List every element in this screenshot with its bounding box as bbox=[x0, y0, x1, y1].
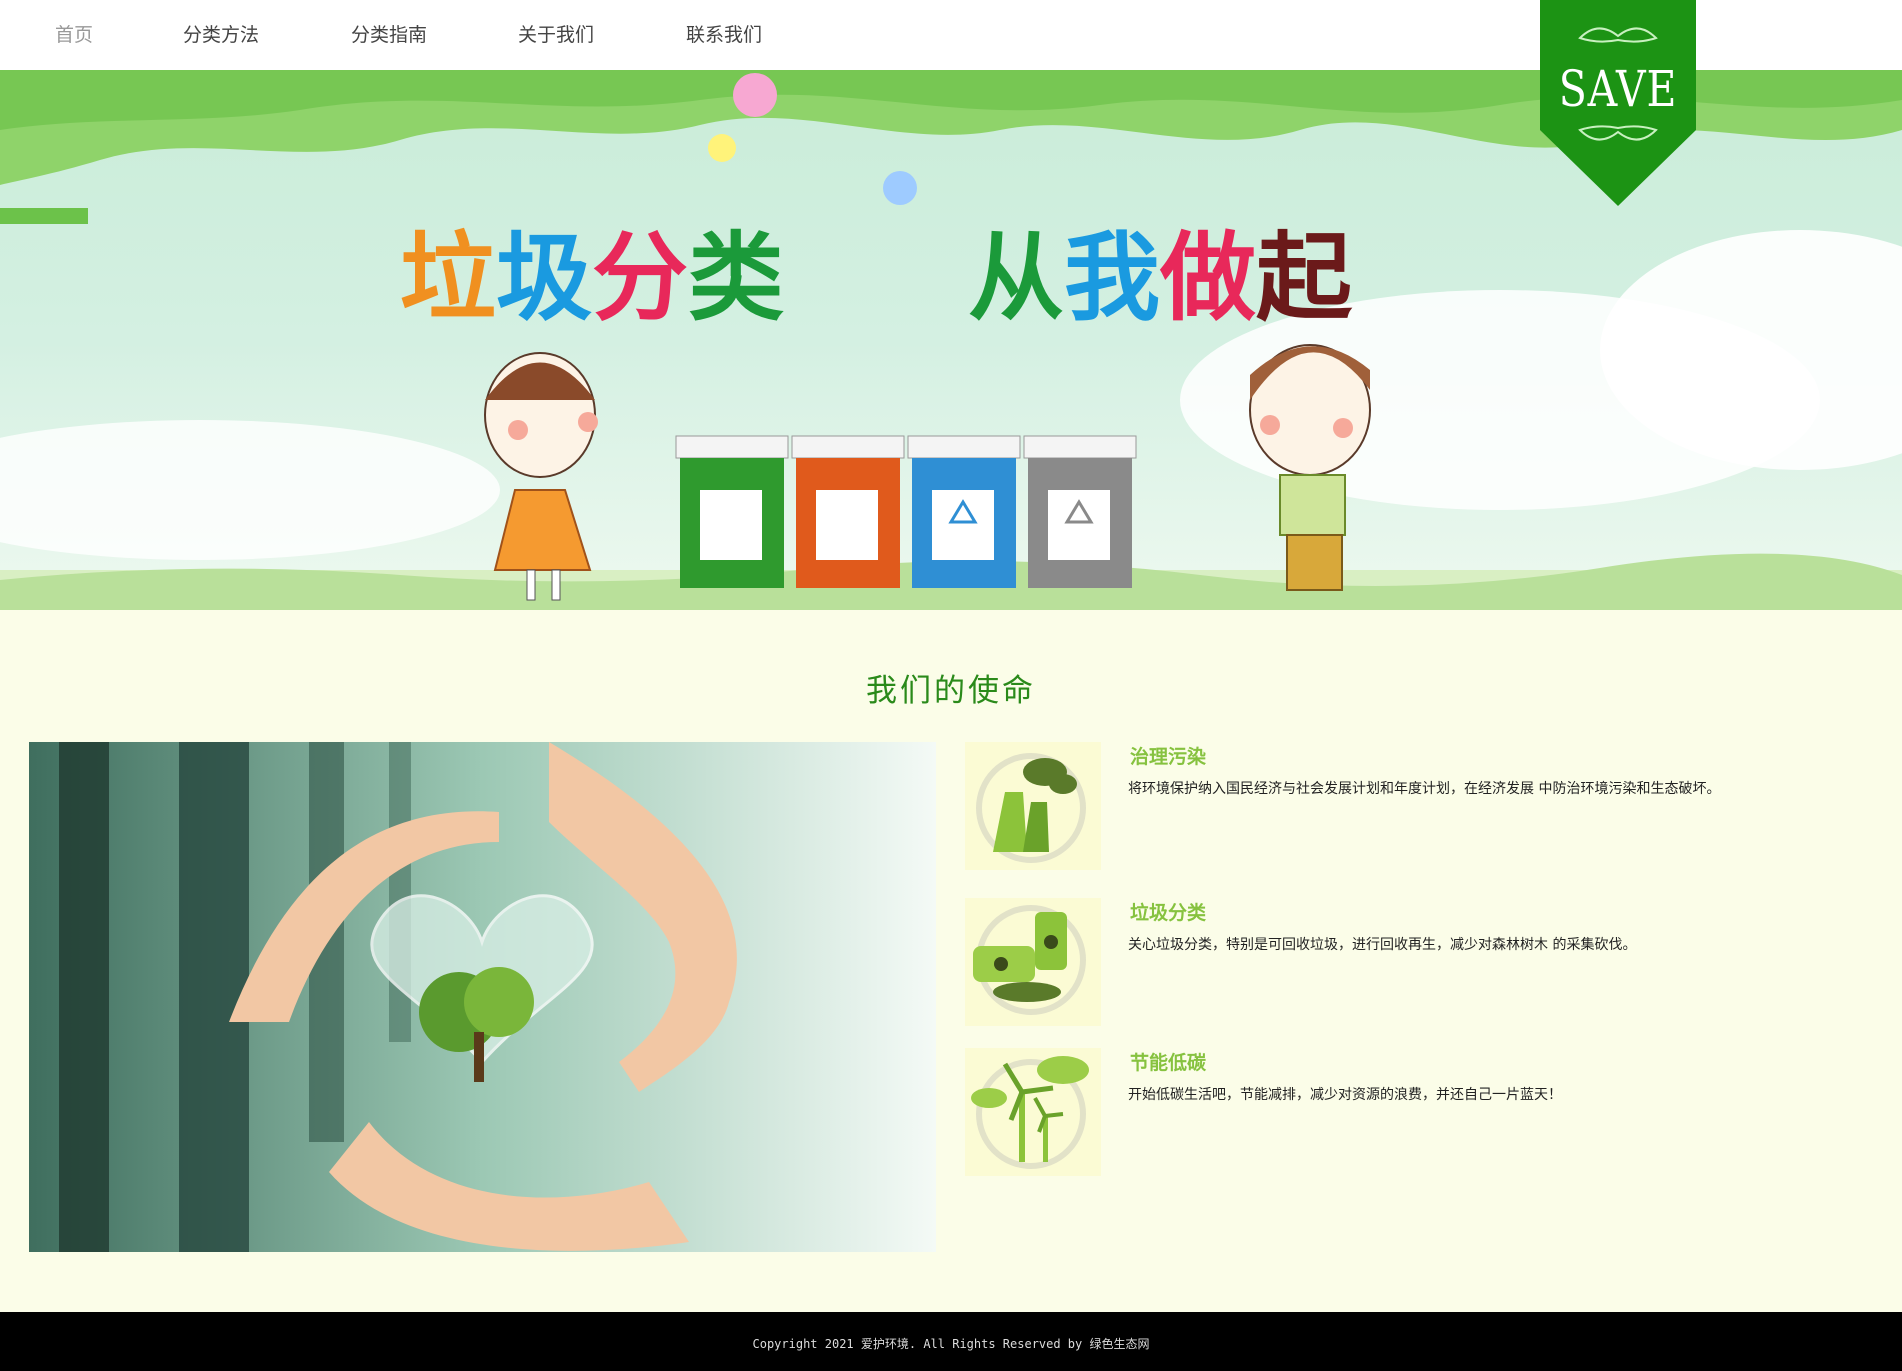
banner-slogan-part1: 垃圾分类 bbox=[400, 200, 784, 339]
feature-title-low-carbon: 节能低碳 bbox=[1130, 1052, 1207, 1074]
slogan-char: 起 bbox=[1256, 222, 1352, 334]
slogan-char: 从 bbox=[968, 222, 1064, 334]
slogan-char: 做 bbox=[1160, 222, 1256, 334]
banner-slogan-part2: 从我做起 bbox=[968, 200, 1352, 339]
feature-title-sorting: 垃圾分类 bbox=[1130, 902, 1207, 924]
save-label: SAVE bbox=[1558, 60, 1678, 118]
barrel-waste-icon bbox=[965, 898, 1101, 1026]
bin-other-waste bbox=[1023, 435, 1137, 588]
slogan-char: 类 bbox=[688, 222, 784, 334]
feature-desc-sorting: 关心垃圾分类，特别是可回收垃圾，进行回收再生，减少对森林树木 的采集砍伐。 bbox=[1128, 937, 1637, 953]
bin-recyclable bbox=[907, 435, 1021, 588]
bin-kitchen-waste bbox=[675, 435, 789, 588]
bin-hazardous-waste bbox=[791, 435, 905, 588]
slogan-char: 我 bbox=[1064, 222, 1160, 334]
slogan-char: 垃 bbox=[400, 222, 496, 334]
save-ribbon-badge: SAVE bbox=[1540, 0, 1696, 206]
nav-item-classification-guide[interactable]: 分类指南 bbox=[351, 20, 427, 47]
wind-turbine-icon bbox=[965, 1048, 1101, 1176]
feature-desc-pollution: 将环境保护纳入国民经济与社会发展计划和年度计划，在经济发展 中防治环境污染和生态… bbox=[1128, 781, 1721, 797]
nav-item-about-us[interactable]: 关于我们 bbox=[518, 20, 594, 47]
feature-title-pollution: 治理污染 bbox=[1130, 746, 1207, 768]
hands-heart-tree-photo bbox=[29, 742, 936, 1252]
slogan-char: 分 bbox=[592, 222, 688, 334]
nav-item-classification-method[interactable]: 分类方法 bbox=[183, 20, 259, 47]
nav-item-home[interactable]: 首页 bbox=[55, 20, 93, 47]
feature-desc-low-carbon: 开始低碳生活吧，节能减排，减少对资源的浪费，并还自己一片蓝天！ bbox=[1128, 1087, 1562, 1103]
page-footer: Copyright 2021 爱护环境. All Rights Reserved… bbox=[0, 1312, 1902, 1371]
slogan-char: 圾 bbox=[496, 222, 592, 334]
nav-item-contact-us[interactable]: 联系我们 bbox=[686, 20, 762, 47]
mission-heading: 我们的使命 bbox=[866, 673, 1036, 709]
factory-pollution-icon bbox=[965, 742, 1101, 870]
copyright-text: Copyright 2021 爱护环境. All Rights Reserved… bbox=[752, 1337, 1150, 1351]
